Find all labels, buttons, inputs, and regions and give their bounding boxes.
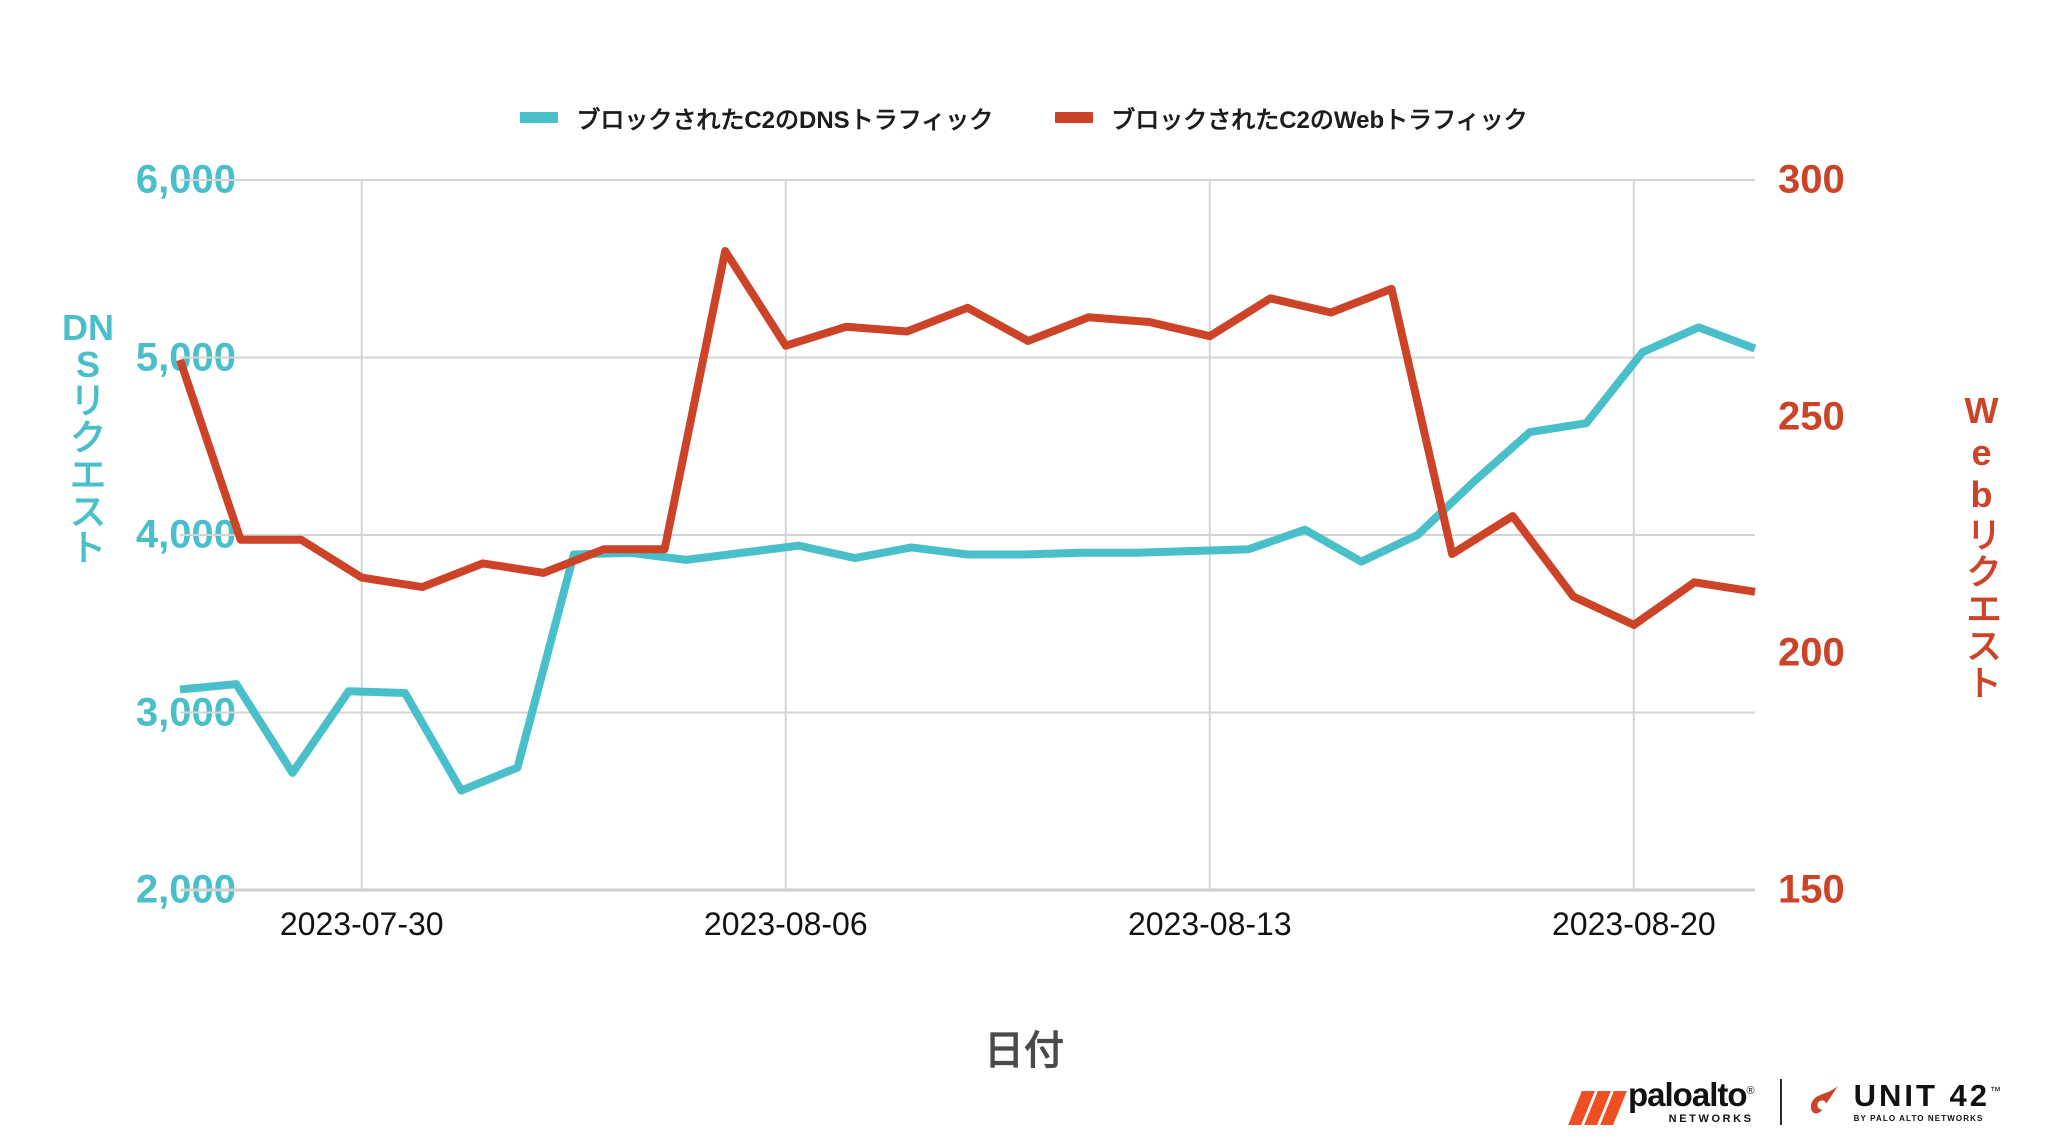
paloalto-wordmark: paloalto® [1628,1076,1755,1113]
unit42-sub: BY PALO ALTO NETWORKS [1853,1114,1984,1123]
paloalto-sub: NETWORKS [1668,1113,1754,1125]
unit42-wordmark: UNIT 42™ [1853,1078,2002,1113]
x-tick: 2023-07-30 [279,906,444,942]
chart-page: ブロックされたC2のDNSトラフィック ブロックされたC2のWebトラフィック … [0,0,2048,1139]
y-tick-right: 200 [1778,630,1845,675]
legend-item-web[interactable]: ブロックされたC2のWebトラフィック [1055,100,1528,135]
x-tick: 2023-08-06 [703,906,868,942]
y-tick-right: 300 [1778,157,1845,202]
logo-divider [1779,1078,1782,1125]
y-axis-left-title: DNSリクエスト [62,307,114,569]
y-tick-right: 250 [1778,394,1845,439]
chart-svg [176,179,1757,892]
legend-item-dns[interactable]: ブロックされたC2のDNSトラフィック [520,100,993,135]
trademark-icon: ™ [1990,1085,2002,1098]
unit42-logo: UNIT 42™ BY PALO ALTO NETWORKS [1808,1080,2001,1123]
series-line-dns [179,323,1757,795]
y-tick-right: 150 [1778,867,1845,912]
x-tick: 2023-08-13 [1127,906,1292,942]
registered-mark-icon: ® [1746,1085,1755,1097]
gridlines [180,179,1755,892]
legend-label-dns: ブロックされたC2のDNSトラフィック [576,107,994,134]
footer-logos: paloalto® NETWORKS UNIT 42™ BY PALO ALTO… [1568,1076,2001,1125]
line-swatch-icon-dns [520,112,559,123]
paloalto-mark-icon [1568,1091,1627,1125]
y-axis-right-title: Webリクエスト [1961,390,2002,701]
x-axis-title: 日付 [984,1029,1064,1073]
chart-legend: ブロックされたC2のDNSトラフィック ブロックされたC2のWebトラフィック [0,100,2048,135]
unit42-mark-icon [1808,1083,1846,1121]
legend-label-web: ブロックされたC2のWebトラフィック [1111,107,1528,134]
x-tick: 2023-08-20 [1552,906,1716,942]
line-swatch-icon-web [1055,112,1094,123]
paloalto-logo: paloalto® NETWORKS [1568,1076,1755,1125]
plot-area [176,179,1757,892]
